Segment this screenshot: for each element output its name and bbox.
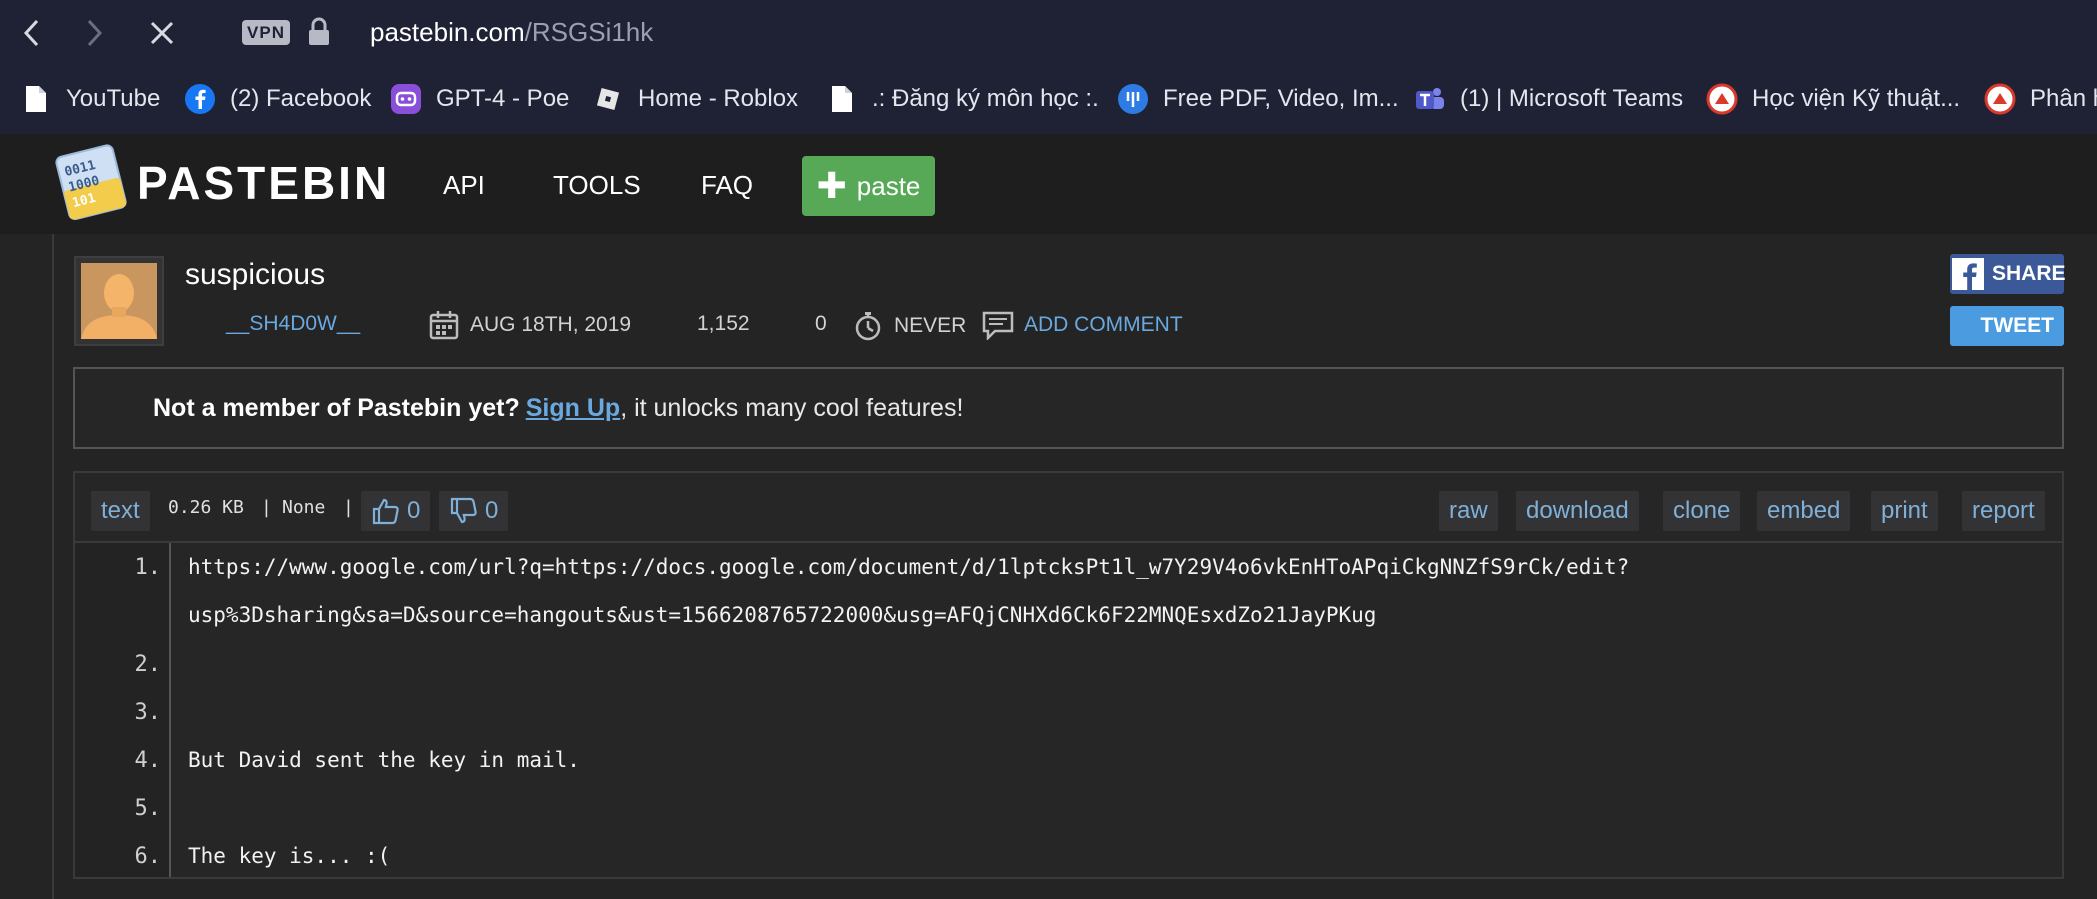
roblox-icon — [592, 83, 624, 115]
bookmark-microsoft-teams[interactable]: (1) | Microsoft Teams — [1414, 74, 1683, 124]
line-number: 6. — [134, 844, 162, 869]
lock-icon[interactable] — [306, 17, 332, 52]
meta-separator: | — [261, 497, 272, 518]
close-icon — [150, 21, 174, 45]
navigation-row: VPN pastebin.com/RSGSi1hk — [0, 0, 2097, 66]
bookmark-youtube[interactable]: YouTube — [20, 74, 160, 124]
line-number: 5. — [134, 796, 162, 821]
back-button[interactable] — [12, 13, 52, 53]
download-icon — [1117, 83, 1149, 115]
calendar-icon — [428, 309, 460, 341]
code-toolbar: text 0.26 KB | None | 0 0 raw download c… — [75, 473, 2062, 543]
avatar[interactable] — [74, 256, 164, 346]
bookmarks-bar: YouTube (2) Facebook GPT-4 - Poe Home - … — [0, 74, 2097, 124]
thumbs-up-icon — [371, 496, 401, 526]
stop-loading-button[interactable] — [142, 13, 182, 53]
plus-icon: ✚ — [816, 165, 847, 206]
url-path: /RSGSi1hk — [524, 17, 654, 47]
download-button[interactable]: download — [1516, 491, 1639, 531]
new-paste-button[interactable]: ✚ paste — [802, 156, 935, 216]
file-icon — [826, 83, 858, 115]
bookmark-roblox[interactable]: Home - Roblox — [592, 74, 798, 124]
bookmark-free-pdf[interactable]: Free PDF, Video, Im... — [1117, 74, 1399, 124]
bookmark-academy-2[interactable]: Phân h — [1984, 74, 2097, 124]
bookmark-academy[interactable]: Học viện Kỹ thuật... — [1706, 74, 1960, 124]
paste-expiry: NEVER — [852, 310, 966, 342]
bookmark-facebook[interactable]: (2) Facebook — [184, 74, 371, 124]
code-line: usp%3Dsharing&sa=D&source=hangouts&ust=1… — [188, 603, 1377, 627]
browser-toolbar: VPN pastebin.com/RSGSi1hk YouTube (2) Fa… — [0, 0, 2097, 134]
code-body[interactable]: 1. 2. 3. 4. 5. 6. https://www.google.com… — [75, 543, 2062, 877]
paste-category: None — [282, 497, 326, 518]
comment-icon — [982, 310, 1014, 340]
thumbs-down-icon — [449, 496, 479, 526]
nav-faq[interactable]: FAQ — [701, 170, 753, 201]
facebook-share-button[interactable]: SHARE — [1950, 254, 2066, 294]
chevron-left-icon — [23, 19, 39, 47]
chevron-right-icon — [87, 19, 103, 47]
file-icon — [20, 83, 52, 115]
line-number: 3. — [134, 700, 162, 725]
clone-button[interactable]: clone — [1663, 491, 1741, 531]
print-button[interactable]: print — [1871, 491, 1938, 531]
line-number: 4. — [134, 748, 162, 773]
paste-size: 0.26 KB — [168, 497, 244, 518]
bookmark-course-registration[interactable]: .: Đăng ký môn học :. — [826, 74, 1099, 124]
paste-title: suspicious — [185, 258, 326, 291]
stopwatch-icon — [852, 310, 884, 342]
nav-api[interactable]: API — [443, 170, 485, 201]
signup-link[interactable]: Sign Up — [526, 394, 620, 423]
meta-separator-2: | — [343, 497, 354, 518]
embed-button[interactable]: embed — [1757, 491, 1851, 531]
like-button[interactable]: 0 — [361, 491, 431, 531]
report-button[interactable]: report — [1962, 491, 2045, 531]
url-host: pastebin.com — [370, 17, 525, 47]
bookmark-poe[interactable]: GPT-4 - Poe — [390, 74, 569, 124]
teams-icon — [1414, 83, 1446, 115]
code-line: https://www.google.com/url?q=https://doc… — [188, 555, 1630, 579]
nav-tools[interactable]: TOOLS — [553, 170, 641, 201]
pastebin-logo-icon[interactable]: 0011 1000 101 — [54, 140, 130, 224]
raw-button[interactable]: raw — [1439, 491, 1498, 531]
facebook-icon — [184, 83, 216, 115]
code-panel: text 0.26 KB | None | 0 0 raw download c… — [73, 471, 2064, 879]
poe-icon — [390, 83, 422, 115]
code-line: But David sent the key in mail. — [188, 748, 580, 772]
line-number: 1. — [134, 555, 162, 580]
paste-date: AUG 18TH, 2019 — [428, 309, 631, 341]
facebook-icon — [1952, 258, 1984, 290]
content-divider — [52, 234, 54, 899]
signup-notice: Not a member of Pastebin yet? Sign Up , … — [73, 367, 2064, 449]
dislike-button[interactable]: 0 — [439, 491, 509, 531]
syntax-tag[interactable]: text — [91, 491, 150, 531]
address-bar[interactable]: pastebin.com/RSGSi1hk — [370, 17, 653, 48]
line-number: 2. — [134, 652, 162, 677]
paste-rating: 0 — [815, 312, 827, 335]
paste-views: 1,152 — [697, 312, 750, 335]
vpn-badge[interactable]: VPN — [242, 20, 290, 45]
academy-icon — [1706, 83, 1738, 115]
add-comment-link[interactable]: ADD COMMENT — [982, 310, 1183, 340]
code-line: The key is... :( — [188, 844, 391, 868]
brand-name[interactable]: PASTEBIN — [137, 156, 390, 210]
academy-icon — [1984, 83, 2016, 115]
forward-button[interactable] — [74, 13, 114, 53]
tweet-button[interactable]: TWEET — [1950, 306, 2064, 346]
author-link[interactable]: __SH4D0W__ — [226, 312, 360, 336]
